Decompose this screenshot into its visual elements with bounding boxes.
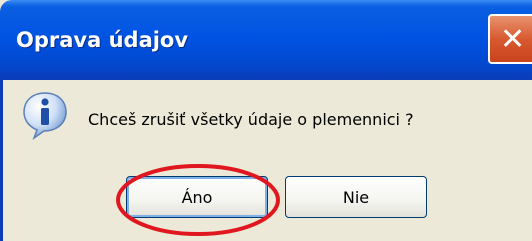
dialog-titlebar[interactable]: Oprava údajov ✕: [0, 0, 532, 80]
yes-button-label: Áno: [181, 187, 213, 207]
close-icon: ✕: [500, 22, 526, 57]
dialog-message: Chceš zrušiť všetky údaje o plemennici ?: [88, 110, 414, 129]
no-button-label: Nie: [342, 187, 370, 207]
yes-button[interactable]: Áno: [126, 176, 268, 218]
no-button[interactable]: Nie: [285, 176, 427, 218]
dialog-title: Oprava údajov: [16, 28, 189, 52]
close-button[interactable]: ✕: [488, 14, 532, 64]
info-icon: [23, 92, 67, 140]
